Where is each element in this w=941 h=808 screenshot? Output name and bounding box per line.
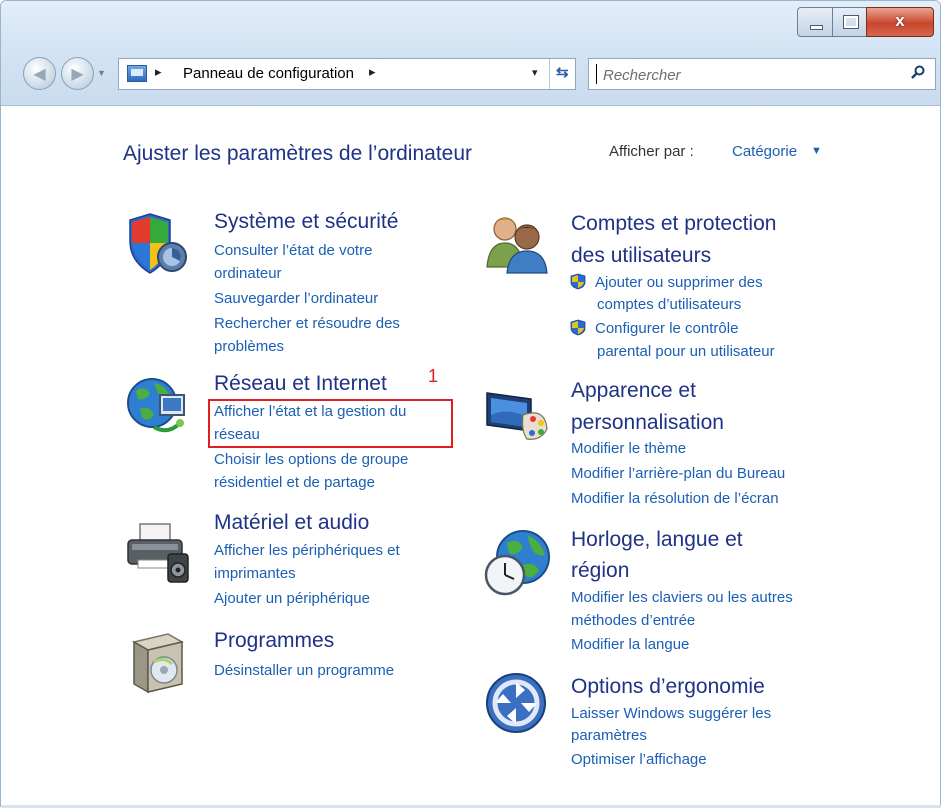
link-homegroup-options[interactable]: Choisir les options de groupe [214,448,408,472]
control-panel-window: x ◀ ▶ ▼ ▸ Panneau de configuration ▸ ▾ ⇆… [0,0,941,808]
link-uninstall-program[interactable]: Désinstaller un programme [214,659,394,683]
link-change-language[interactable]: Modifier la langue [571,633,689,657]
shield-icon[interactable] [126,211,188,279]
link-adjust-screen-resolution[interactable]: Modifier la résolution de l’écran [571,487,779,511]
maximize-button[interactable] [832,7,867,37]
link-view-computer-status[interactable]: ordinateur [214,262,282,286]
category-title[interactable]: Réseau et Internet [214,367,387,401]
link-optimize-display[interactable]: Optimiser l’affichage [571,748,707,772]
link-troubleshoot[interactable]: problèmes [214,335,284,359]
category-title[interactable]: Programmes [214,624,334,658]
view-by-label: Afficher par : [609,143,694,160]
link-change-keyboards[interactable]: Modifier les claviers ou les autres [571,586,793,610]
category-title[interactable]: Comptes et protection [571,207,776,241]
link-troubleshoot[interactable]: Rechercher et résoudre des [214,312,400,336]
step-number-label: 1 [428,366,439,386]
text-caret [596,64,597,84]
link-change-keyboards[interactable]: méthodes d’entrée [571,609,695,633]
printer-icon[interactable] [124,520,190,584]
breadcrumb-separator[interactable]: ▸ [155,64,162,80]
refresh-icon[interactable]: ⇆ [556,63,569,81]
category-title[interactable]: Matériel et audio [214,506,369,540]
link-change-desktop-background[interactable]: Modifier l’arrière-plan du Bureau [571,462,785,486]
link-backup-computer[interactable]: Sauvegarder l’ordinateur [214,287,378,311]
link-change-theme[interactable]: Modifier le thème [571,437,686,461]
control-panel-icon [127,65,147,82]
uac-shield-icon [570,273,586,290]
title-bar: x ◀ ▶ ▼ ▸ Panneau de configuration ▸ ▾ ⇆ [1,1,940,106]
forward-button[interactable]: ▶ [61,57,94,90]
highlight-box [208,399,453,448]
forward-arrow-icon: ▶ [71,66,84,83]
users-icon[interactable] [483,211,553,275]
search-input[interactable] [601,63,895,87]
chevron-down-icon[interactable]: ▼ [811,145,822,157]
divider [549,59,550,89]
link-let-windows-suggest[interactable]: Laisser Windows suggérer les [571,702,771,726]
programs-box-icon[interactable] [128,628,188,696]
link-add-remove-accounts[interactable]: Ajouter ou supprimer des [595,271,763,295]
clock-globe-icon[interactable] [483,527,553,597]
link-parental-controls[interactable]: parental pour un utilisateur [597,340,775,364]
link-homegroup-options[interactable]: résidentiel et de partage [214,471,375,495]
monitor-palette-icon[interactable] [483,385,553,447]
link-let-windows-suggest[interactable]: paramètres [571,724,647,748]
page-title: Ajuster les paramètres de l’ordinateur [123,142,473,165]
category-title[interactable]: Options d’ergonomie [571,670,765,704]
back-button[interactable]: ◀ [23,57,56,90]
back-arrow-icon: ◀ [33,66,46,83]
category-title[interactable]: Apparence et [571,374,696,408]
network-globe-icon[interactable] [124,375,190,437]
breadcrumb-separator[interactable]: ▸ [369,64,376,80]
category-title[interactable]: Horloge, langue et [571,523,743,557]
category-title[interactable]: personnalisation [571,406,724,440]
link-add-device[interactable]: Ajouter un périphérique [214,587,370,611]
link-parental-controls[interactable]: Configurer le contrôle [595,317,738,341]
recent-pages-dropdown[interactable]: ▼ [97,68,106,78]
address-dropdown-icon[interactable]: ▾ [532,66,538,79]
search-icon[interactable] [911,65,925,79]
close-button[interactable]: x [866,7,934,37]
category-title[interactable]: des utilisateurs [571,239,711,273]
link-view-devices-printers[interactable]: Afficher les périphériques et [214,539,400,563]
address-bar[interactable]: ▸ Panneau de configuration ▸ ▾ ⇆ [118,58,576,90]
search-box[interactable] [588,58,936,90]
ease-of-access-icon[interactable] [483,670,549,736]
uac-shield-icon [570,319,586,336]
close-icon: x [895,11,905,30]
category-title[interactable]: Système et sécurité [214,205,398,239]
link-view-devices-printers[interactable]: imprimantes [214,562,296,586]
category-title[interactable]: région [571,554,629,588]
view-by-dropdown[interactable]: Catégorie [732,143,797,160]
link-view-computer-status[interactable]: Consulter l’état de votre [214,239,372,263]
link-add-remove-accounts[interactable]: comptes d’utilisateurs [597,293,741,317]
breadcrumb-control-panel[interactable]: Panneau de configuration [183,65,354,82]
minimize-button[interactable] [797,7,833,37]
